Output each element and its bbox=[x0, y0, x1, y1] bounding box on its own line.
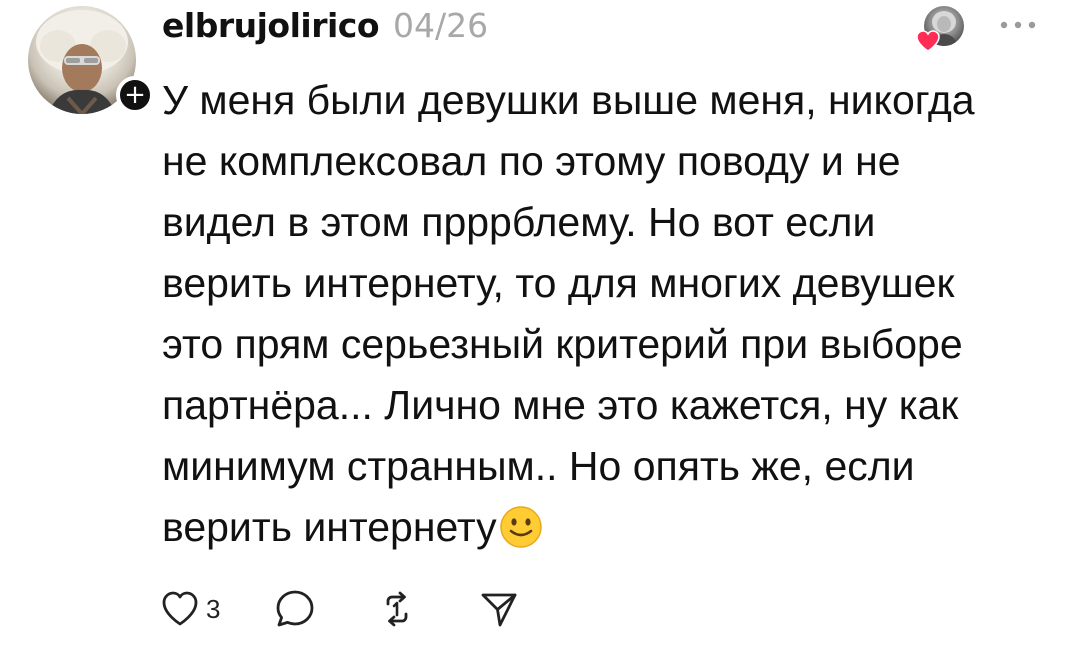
share-button[interactable] bbox=[478, 588, 520, 630]
heart-icon bbox=[162, 591, 198, 626]
author-username[interactable]: elbrujolirico bbox=[162, 6, 380, 45]
post-actions: 3 bbox=[160, 586, 520, 632]
heart-filled-icon bbox=[916, 30, 940, 52]
thread-post: + elbrujolirico 04/26 У меня были девушк… bbox=[0, 0, 1080, 661]
post-date: 04/26 bbox=[393, 6, 489, 45]
post-header: elbrujolirico 04/26 bbox=[162, 6, 488, 50]
more-horizontal-icon bbox=[1000, 21, 1036, 29]
like-count: 3 bbox=[206, 593, 221, 624]
post-body: У меня были девушки выше меня, никогда н… bbox=[162, 70, 1062, 558]
comment-button[interactable] bbox=[274, 588, 316, 630]
author-avatar-container[interactable]: + bbox=[28, 6, 154, 116]
repost-icon bbox=[387, 591, 408, 627]
follow-plus-button[interactable]: + bbox=[116, 76, 154, 114]
post-body-text: У меня были девушки выше меня, никогда н… bbox=[162, 77, 975, 550]
liked-by-indicator[interactable] bbox=[916, 6, 968, 52]
follow-plus-symbol: + bbox=[124, 80, 146, 110]
more-options-button[interactable] bbox=[990, 10, 1046, 40]
repost-button[interactable] bbox=[376, 588, 418, 630]
send-icon bbox=[482, 593, 517, 627]
comment-bubble-icon bbox=[277, 590, 314, 627]
slightly-smiling-face-icon bbox=[499, 506, 542, 548]
like-button[interactable]: 3 bbox=[160, 589, 220, 629]
